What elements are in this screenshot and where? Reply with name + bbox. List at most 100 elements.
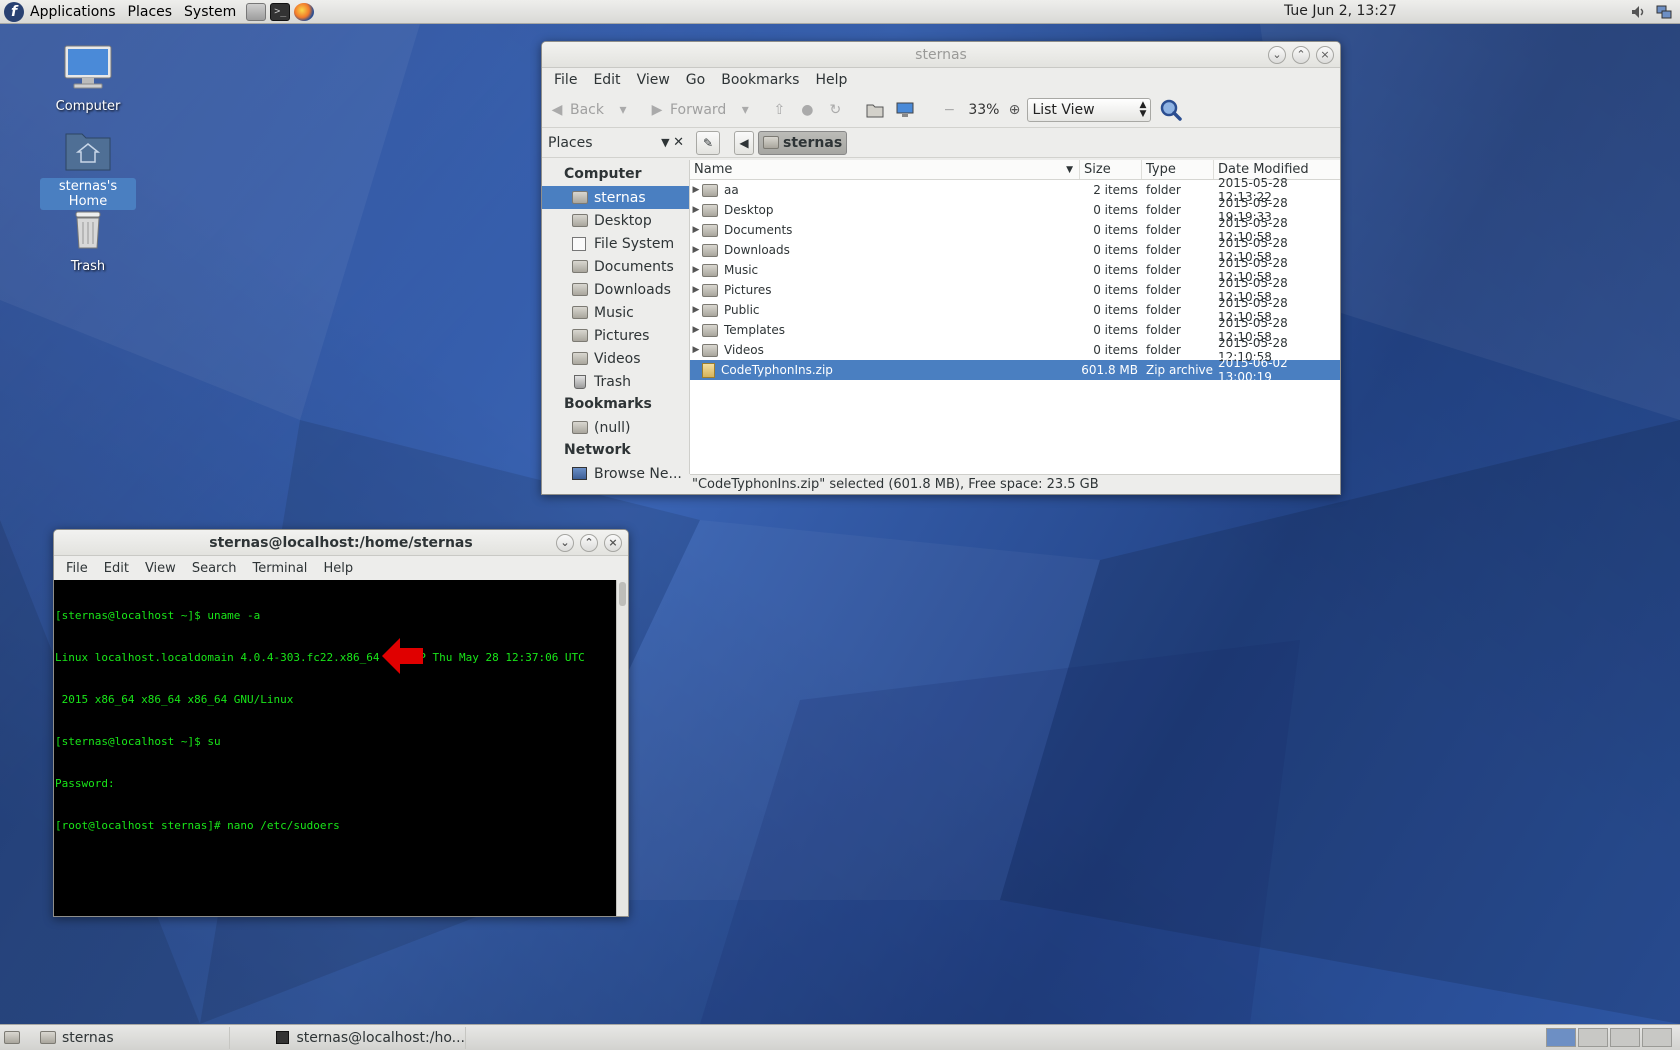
menu-help[interactable]: Help <box>315 561 361 576</box>
menu-search[interactable]: Search <box>184 561 245 576</box>
minimize-button[interactable]: ⌄ <box>1268 46 1286 64</box>
places-dropdown-icon[interactable]: ▼ ✕ <box>661 135 684 150</box>
workspace-2[interactable] <box>1578 1028 1608 1047</box>
places-menu[interactable]: Places <box>122 4 179 20</box>
terminal-screen[interactable]: [sternas@localhost ~]$ uname -a Linux lo… <box>54 580 617 916</box>
show-desktop-icon[interactable] <box>4 1031 20 1044</box>
up-arrow-icon[interactable]: ⇧ <box>770 101 788 119</box>
expander-triangle-icon[interactable]: ▶ <box>690 345 702 355</box>
sidebar-item-downloads[interactable]: Downloads <box>542 278 689 301</box>
expander-triangle-icon[interactable]: ▶ <box>690 325 702 335</box>
forward-button[interactable]: ▶ Forward ▾ <box>648 101 758 119</box>
expander-triangle-icon[interactable]: ▶ <box>690 265 702 275</box>
sidebar-item-file-system[interactable]: File System <box>542 232 689 255</box>
reload-icon[interactable]: ↻ <box>826 101 844 119</box>
workspace-3[interactable] <box>1610 1028 1640 1047</box>
file-name: Public <box>724 303 760 317</box>
column-header-name[interactable]: Name ▼ <box>690 160 1080 179</box>
sidebar-item-label: Videos <box>594 350 641 367</box>
expander-triangle-icon[interactable]: ▶ <box>690 285 702 295</box>
taskbar-item-terminal[interactable]: sternas@localhost:/ho... <box>270 1026 466 1049</box>
maximize-button[interactable]: ⌃ <box>1292 46 1310 64</box>
minimize-button[interactable]: ⌄ <box>556 534 574 552</box>
column-header-size[interactable]: Size <box>1080 160 1142 179</box>
back-button[interactable]: ◀ Back ▾ <box>548 101 636 119</box>
terminal-titlebar[interactable]: sternas@localhost:/home/sternas ⌄ ⌃ × <box>54 530 628 556</box>
file-size: 0 items <box>1093 323 1138 337</box>
back-arrow-icon: ◀ <box>551 101 563 118</box>
terminal-scrollbar[interactable] <box>616 580 628 916</box>
back-history-dropdown-icon[interactable]: ▾ <box>614 101 632 119</box>
workspace-4[interactable] <box>1642 1028 1672 1047</box>
file-row[interactable]: CodeTyphonIns.zip 601.8 MB Zip archive 2015… <box>690 356 1340 384</box>
search-icon[interactable] <box>1159 98 1183 122</box>
expander-triangle-icon[interactable]: ▶ <box>690 205 702 215</box>
file-manager-titlebar[interactable]: sternas ⌄ ⌃ × <box>542 42 1340 68</box>
computer-icon <box>64 45 112 89</box>
volume-icon[interactable] <box>1630 4 1646 20</box>
firefox-launcher-icon[interactable] <box>294 2 315 21</box>
path-scroll-left-button[interactable]: ◀ <box>734 130 754 155</box>
expander-triangle-icon[interactable]: ▶ <box>690 245 702 255</box>
expander-triangle-icon[interactable]: ▶ <box>690 225 702 235</box>
close-sidebar-icon[interactable]: ✕ <box>673 135 684 150</box>
menu-view[interactable]: View <box>629 72 678 88</box>
forward-history-dropdown-icon[interactable]: ▾ <box>736 101 754 119</box>
window-title: sternas <box>915 47 967 63</box>
toggle-location-entry-button[interactable]: ✎ <box>696 130 720 155</box>
files-launcher-icon[interactable] <box>246 2 267 21</box>
sidebar-item-null-bookmark[interactable]: (null) <box>542 416 689 439</box>
zoom-out-icon[interactable]: − <box>940 101 958 119</box>
close-button[interactable]: × <box>1316 46 1334 64</box>
sidebar-item-desktop[interactable]: Desktop <box>542 209 689 232</box>
menu-file[interactable]: File <box>58 561 96 576</box>
menu-terminal[interactable]: Terminal <box>244 561 315 576</box>
file-name: CodeTyphonIns.zip <box>721 363 833 377</box>
fedora-logo-icon[interactable]: f <box>4 1 24 22</box>
spin-arrows-icon: ▲ ▼ <box>1139 99 1147 119</box>
desktop-icon-computer[interactable]: Computer <box>40 44 136 115</box>
sidebar-item-music[interactable]: Music <box>542 301 689 324</box>
file-type: folder <box>1146 283 1181 297</box>
path-button-sternas[interactable]: sternas <box>758 130 848 155</box>
workspace-1[interactable] <box>1546 1028 1576 1047</box>
clock[interactable]: Tue Jun 2, 13:27 <box>1284 3 1397 19</box>
home-folder-icon <box>65 133 111 171</box>
file-size: 0 items <box>1093 203 1138 217</box>
taskbar-item-label: sternas <box>62 1029 114 1046</box>
expander-triangle-icon[interactable]: ▶ <box>690 185 702 195</box>
desktop-icon-trash[interactable]: Trash <box>40 206 136 275</box>
view-mode-select[interactable]: List View ▲ ▼ <box>1027 97 1152 122</box>
system-menu[interactable]: System <box>178 4 242 20</box>
computer-icon[interactable] <box>896 101 914 119</box>
sidebar-item-videos[interactable]: Videos <box>542 347 689 370</box>
taskbar-item-sternas[interactable]: sternas <box>34 1026 230 1049</box>
file-name-cell: ▶ aa <box>690 183 1080 197</box>
sidebar-item-browse-network[interactable]: Browse Ne... <box>542 462 689 485</box>
terminal-launcher-icon[interactable]: >_ <box>270 2 291 21</box>
network-icon[interactable] <box>1656 4 1672 20</box>
zoom-in-icon[interactable]: ⊕ <box>1005 101 1023 119</box>
scrollbar-thumb[interactable] <box>619 582 626 606</box>
maximize-button[interactable]: ⌃ <box>580 534 598 552</box>
desktop-icon-home[interactable]: sternas's Home <box>40 126 136 210</box>
expander-triangle-icon[interactable]: ▶ <box>690 305 702 315</box>
sidebar-item-documents[interactable]: Documents <box>542 255 689 278</box>
column-header-type[interactable]: Type <box>1142 160 1214 179</box>
sidebar-item-trash[interactable]: Trash <box>542 370 689 393</box>
stop-icon[interactable]: ● <box>798 101 816 119</box>
sidebar-item-sternas[interactable]: sternas <box>542 186 689 209</box>
menu-edit[interactable]: Edit <box>96 561 137 576</box>
close-button[interactable]: × <box>604 534 622 552</box>
menu-view[interactable]: View <box>137 561 184 576</box>
zip-archive-icon <box>702 362 715 378</box>
menu-file[interactable]: File <box>546 72 585 88</box>
menu-go[interactable]: Go <box>678 72 713 88</box>
home-icon <box>763 136 779 149</box>
menu-edit[interactable]: Edit <box>585 72 628 88</box>
sidebar-item-pictures[interactable]: Pictures <box>542 324 689 347</box>
menu-help[interactable]: Help <box>807 72 855 88</box>
home-icon[interactable] <box>866 101 884 119</box>
menu-bookmarks[interactable]: Bookmarks <box>713 72 807 88</box>
applications-menu[interactable]: Applications <box>24 4 122 20</box>
